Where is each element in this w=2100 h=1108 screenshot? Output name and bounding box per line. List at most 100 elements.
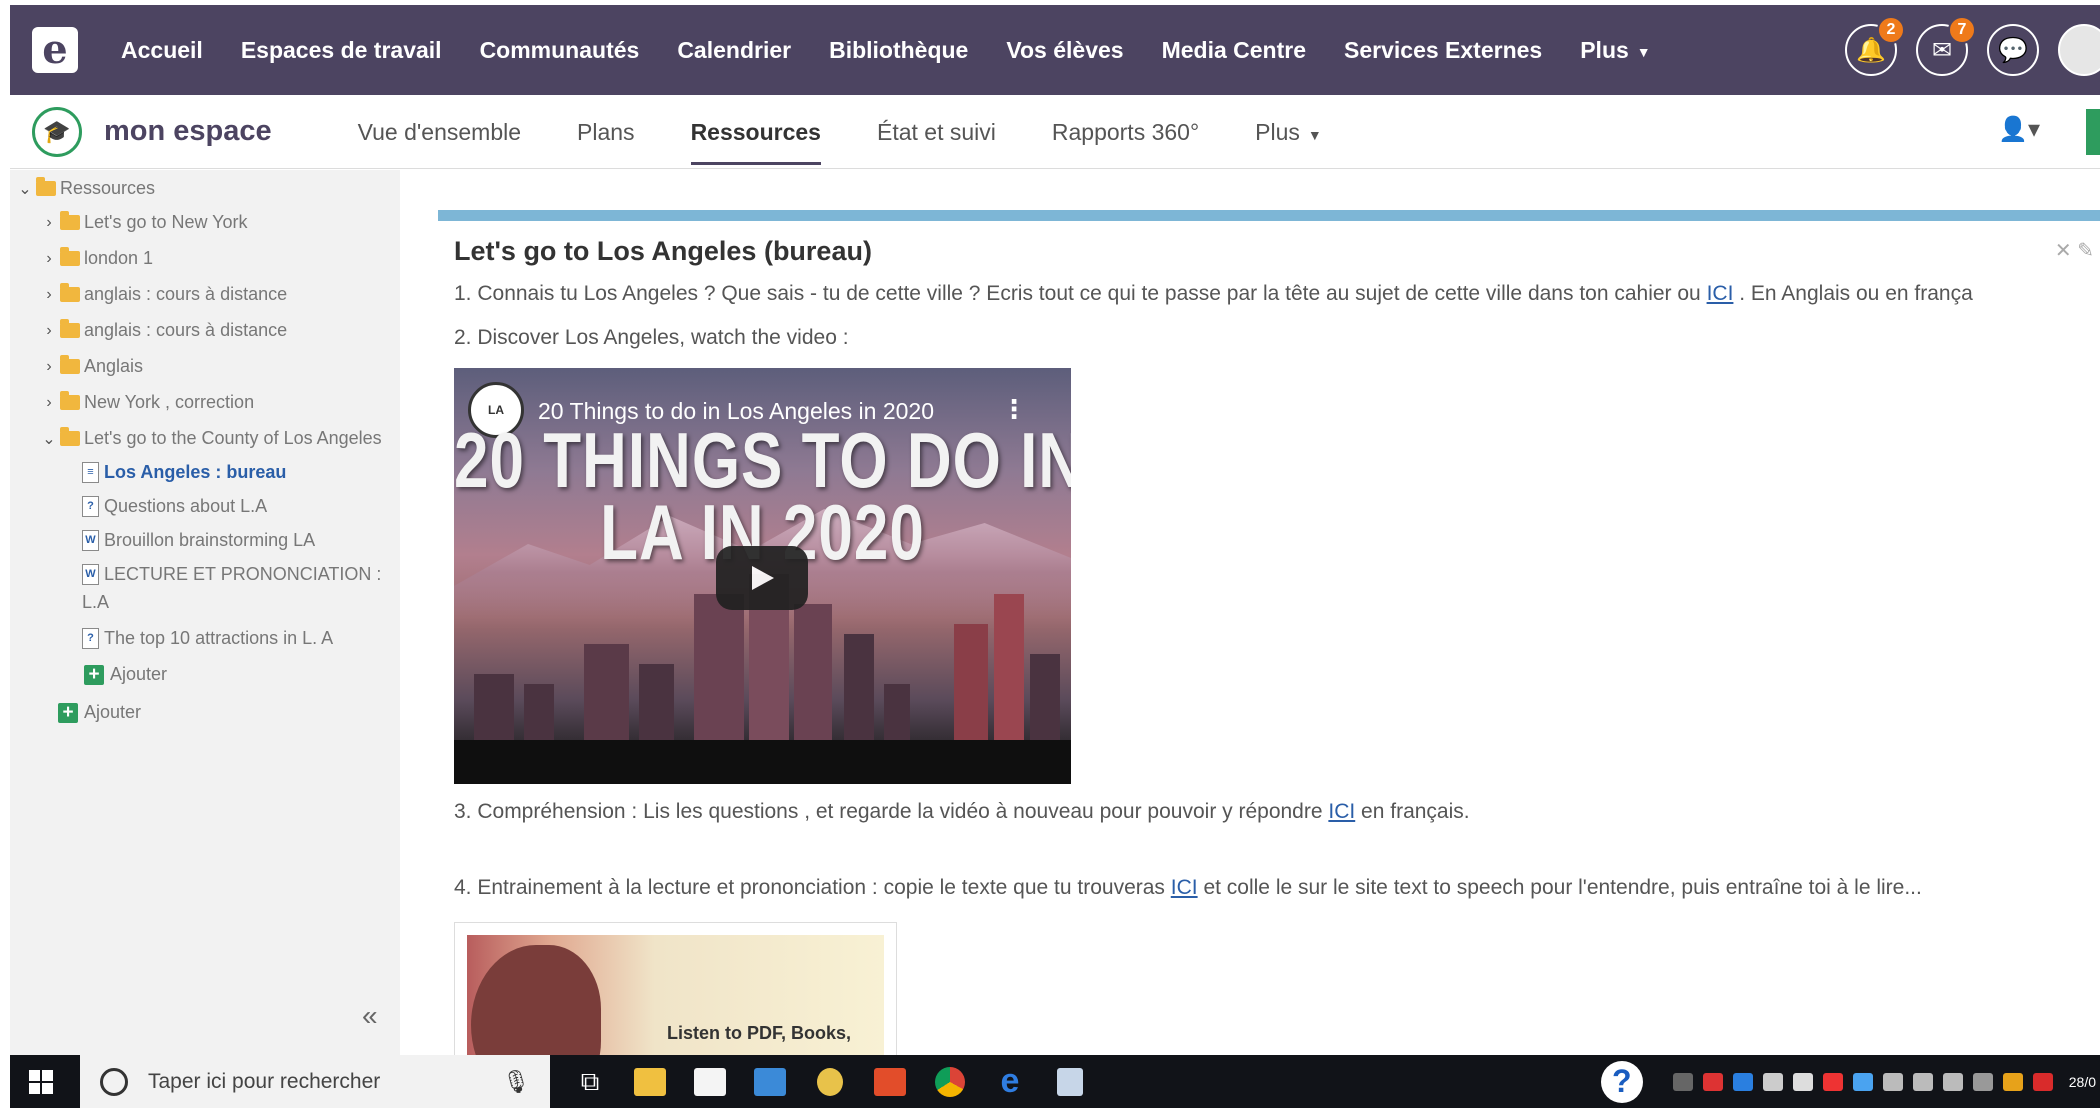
tab-vue-d-ensemble[interactable]: Vue d'ensemble xyxy=(330,95,549,169)
edit-pencil-icon[interactable]: ✎ xyxy=(2077,240,2094,262)
link-ici-1[interactable]: ICI xyxy=(1707,282,1734,305)
chevron-right-icon[interactable]: › xyxy=(38,250,60,268)
tree-item[interactable]: ? The top 10 attractions in L. A xyxy=(82,628,333,649)
nav-communautes[interactable]: Communautés xyxy=(461,5,659,95)
tab-plans[interactable]: Plans xyxy=(549,95,663,169)
resource-tree-sidebar: ⌄ Ressources › Let's go to New York › londo… xyxy=(10,170,400,1055)
dropbox-icon[interactable] xyxy=(1792,1072,1813,1091)
plus-icon: + xyxy=(58,702,78,723)
nav-accueil[interactable]: Accueil xyxy=(102,5,222,95)
tree-item[interactable]: ? Questions about L.A xyxy=(82,496,267,517)
microphone-icon[interactable]: 🎙 xyxy=(502,1069,530,1095)
notepad-button[interactable] xyxy=(1040,1055,1100,1108)
chevron-right-icon[interactable]: › xyxy=(38,394,60,412)
nav-bibliotheque[interactable]: Bibliothèque xyxy=(810,5,987,95)
space-title: mon espace xyxy=(104,115,272,147)
people-icon[interactable] xyxy=(1672,1072,1693,1091)
nav-media-centre[interactable]: Media Centre xyxy=(1143,5,1325,95)
clock[interactable]: 28/0 xyxy=(2069,1073,2096,1091)
edge-button[interactable]: e xyxy=(980,1055,1040,1108)
tray-app-icon[interactable] xyxy=(1702,1072,1723,1091)
wifi-icon[interactable] xyxy=(1972,1072,1993,1091)
tree-folder[interactable]: › New York , correction xyxy=(38,391,254,413)
tray-app-icon[interactable] xyxy=(1762,1072,1783,1091)
tree-item[interactable]: W Brouillon brainstorming LA xyxy=(82,530,315,551)
nav-vos-eleves[interactable]: Vos élèves xyxy=(987,5,1142,95)
tree-folder[interactable]: › anglais : cours à distance xyxy=(38,283,287,305)
tree-folder[interactable]: › london 1 xyxy=(38,247,153,269)
app-logo[interactable]: e xyxy=(32,27,78,73)
battery-icon[interactable] xyxy=(1942,1072,1963,1091)
help-icon[interactable]: ? xyxy=(1600,1060,1643,1103)
tree-item-continuation: L.A xyxy=(82,592,110,612)
user-avatar[interactable] xyxy=(2058,24,2100,76)
search-circle-icon xyxy=(100,1067,128,1096)
collapse-icon[interactable]: ✕ xyxy=(2055,240,2072,262)
tab-rapports-360[interactable]: Rapports 360° xyxy=(1024,95,1227,169)
tray-app-icon[interactable] xyxy=(1822,1072,1843,1091)
store-button[interactable] xyxy=(680,1055,740,1108)
taskbar-search[interactable]: Taper ici pour rechercher 🎙 xyxy=(80,1055,550,1108)
instruction-1: 1. Connais tu Los Angeles ? Que sais - t… xyxy=(454,282,1973,305)
video-player[interactable]: LA 20 Things to do in Los Angeles in 202… xyxy=(454,368,1071,784)
snowflake-icon[interactable] xyxy=(1852,1072,1873,1091)
store-bag-icon xyxy=(694,1067,726,1096)
lightbulb-icon xyxy=(817,1067,843,1096)
task-view-button[interactable]: ⧉ xyxy=(560,1055,620,1108)
chat-button[interactable]: 💬 xyxy=(1987,24,2039,76)
folder-icon xyxy=(60,247,80,266)
pdf-icon[interactable] xyxy=(2032,1072,2053,1091)
link-ici-4[interactable]: ICI xyxy=(1171,876,1198,899)
user-menu-button[interactable]: 👤▾ xyxy=(1998,115,2040,144)
instruction-3: 3. Compréhension : Lis les questions , e… xyxy=(454,800,1470,823)
chevron-down-icon[interactable]: ⌄ xyxy=(38,429,60,449)
nav-services-externes[interactable]: Services Externes xyxy=(1325,5,1561,95)
nav-espaces-de-travail[interactable]: Espaces de travail xyxy=(222,5,461,95)
app-bulb-button[interactable] xyxy=(800,1055,860,1108)
tree-item-los-angeles-bureau[interactable]: ≡ Los Angeles : bureau xyxy=(82,462,286,483)
tab-plus[interactable]: Plus ▼ xyxy=(1227,95,1350,169)
add-child-button[interactable]: + Ajouter xyxy=(84,664,167,685)
notifications-button[interactable]: 🔔 2 xyxy=(1845,16,1905,76)
skype-icon[interactable] xyxy=(1732,1072,1753,1091)
tab-etat-et-suivi[interactable]: État et suivi xyxy=(849,95,1024,169)
start-button[interactable] xyxy=(18,1055,64,1108)
add-root-button[interactable]: + Ajouter xyxy=(58,702,141,723)
chevron-right-icon[interactable]: › xyxy=(38,358,60,376)
tree-folder-expanded[interactable]: ⌄ Let's go to the County of Los Angeles xyxy=(38,427,382,449)
plus-icon: + xyxy=(84,664,104,685)
nav-calendrier[interactable]: Calendrier xyxy=(658,5,810,95)
tree-root-ressources[interactable]: ⌄ Ressources xyxy=(14,177,155,199)
messages-badge: 7 xyxy=(1948,16,1976,44)
collapse-sidebar-button[interactable]: « xyxy=(362,1000,378,1032)
play-button[interactable] xyxy=(716,546,808,610)
side-panel-tab[interactable] xyxy=(2086,109,2100,155)
chevron-right-icon[interactable]: › xyxy=(38,322,60,340)
resource-actions: ✕ ✎ xyxy=(2055,238,2094,263)
folder-icon xyxy=(60,391,80,410)
tray-app-icon[interactable] xyxy=(2002,1072,2023,1091)
system-tray: ? 28/0 xyxy=(1600,1055,2100,1108)
tree-folder[interactable]: › anglais : cours à distance xyxy=(38,319,287,341)
folder-icon xyxy=(60,319,80,338)
chevron-right-icon[interactable]: › xyxy=(38,214,60,232)
top-navbar: e Accueil Espaces de travail Communautés… xyxy=(10,5,2100,95)
embedded-link-preview[interactable]: Listen to PDF, Books, xyxy=(454,922,897,1055)
nav-plus[interactable]: Plus ▼ xyxy=(1561,5,1669,95)
notepad-icon xyxy=(1057,1067,1083,1096)
link-ici-3[interactable]: ICI xyxy=(1328,800,1355,823)
tree-item[interactable]: W LECTURE ET PRONONCIATION : xyxy=(82,564,381,585)
office-button[interactable] xyxy=(860,1055,920,1108)
chrome-button[interactable] xyxy=(920,1055,980,1108)
tab-ressources[interactable]: Ressources xyxy=(663,95,849,169)
tree-folder[interactable]: › Let's go to New York xyxy=(38,211,248,233)
file-explorer-button[interactable] xyxy=(620,1055,680,1108)
messages-button[interactable]: ✉ 7 xyxy=(1916,16,1976,76)
caret-down-icon: ▼ xyxy=(1636,43,1651,60)
chevron-right-icon[interactable]: › xyxy=(38,286,60,304)
network-icon[interactable] xyxy=(1882,1072,1903,1091)
tree-folder[interactable]: › Anglais xyxy=(38,355,143,377)
chevron-down-icon[interactable]: ⌄ xyxy=(14,179,36,199)
mail-button[interactable] xyxy=(740,1055,800,1108)
volume-icon[interactable] xyxy=(1912,1072,1933,1091)
